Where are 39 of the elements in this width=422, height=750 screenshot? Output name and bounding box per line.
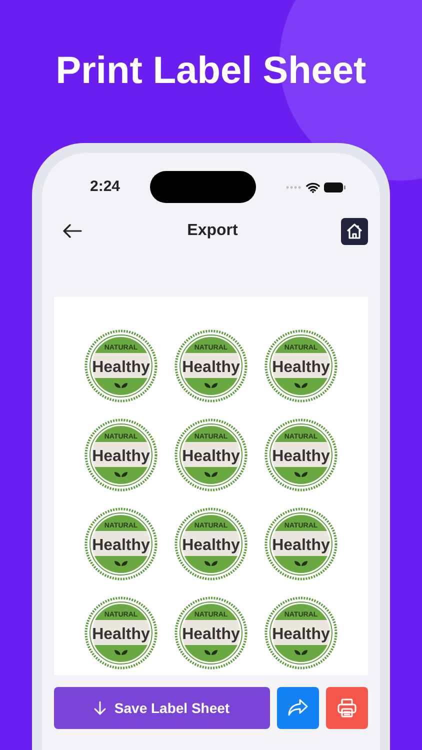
leaf-icon [294,650,308,655]
signal-icon [286,186,302,188]
sticker-main-text: Healthy [272,626,330,643]
sticker-main-text: Healthy [182,359,240,376]
sticker-main-text: Healthy [92,626,150,643]
leaf-icon [294,383,308,388]
leaf-icon [114,383,128,388]
leaf-icon [204,472,218,477]
leaf-icon [114,472,128,477]
sticker-main-text: Healthy [92,359,150,376]
sticker-main-text: Healthy [272,448,330,465]
leaf-icon [294,561,308,566]
sticker-main-text: Healthy [92,448,150,465]
leaf-icon [114,561,128,566]
download-icon [94,700,106,716]
print-icon [337,698,357,718]
leaf-icon [294,472,308,477]
leaf-icon [114,650,128,655]
leaf-icon [204,561,218,566]
headline: Print Label Sheet [54,49,368,94]
print-button[interactable] [326,687,368,729]
wifi-icon [306,182,320,192]
sticker-main-text: Healthy [182,448,240,465]
status-time: 2:24 [90,176,120,197]
home-button[interactable] [340,218,368,244]
back-arrow-icon [62,222,82,239]
sticker-main-text: Healthy [182,537,240,554]
share-icon [287,699,309,717]
save-button[interactable]: Save Label Sheet [54,687,270,729]
sticker-main-text: Healthy [182,626,240,643]
leaf-icon [204,383,218,388]
battery-icon [324,182,346,192]
screen-title: Export [187,221,238,241]
leaf-icon [204,650,218,655]
sticker-main-text: Healthy [272,537,330,554]
sticker-main-text: Healthy [272,359,330,376]
home-icon [346,223,363,239]
share-button[interactable] [277,687,319,729]
sticker-main-text: Healthy [92,537,150,554]
